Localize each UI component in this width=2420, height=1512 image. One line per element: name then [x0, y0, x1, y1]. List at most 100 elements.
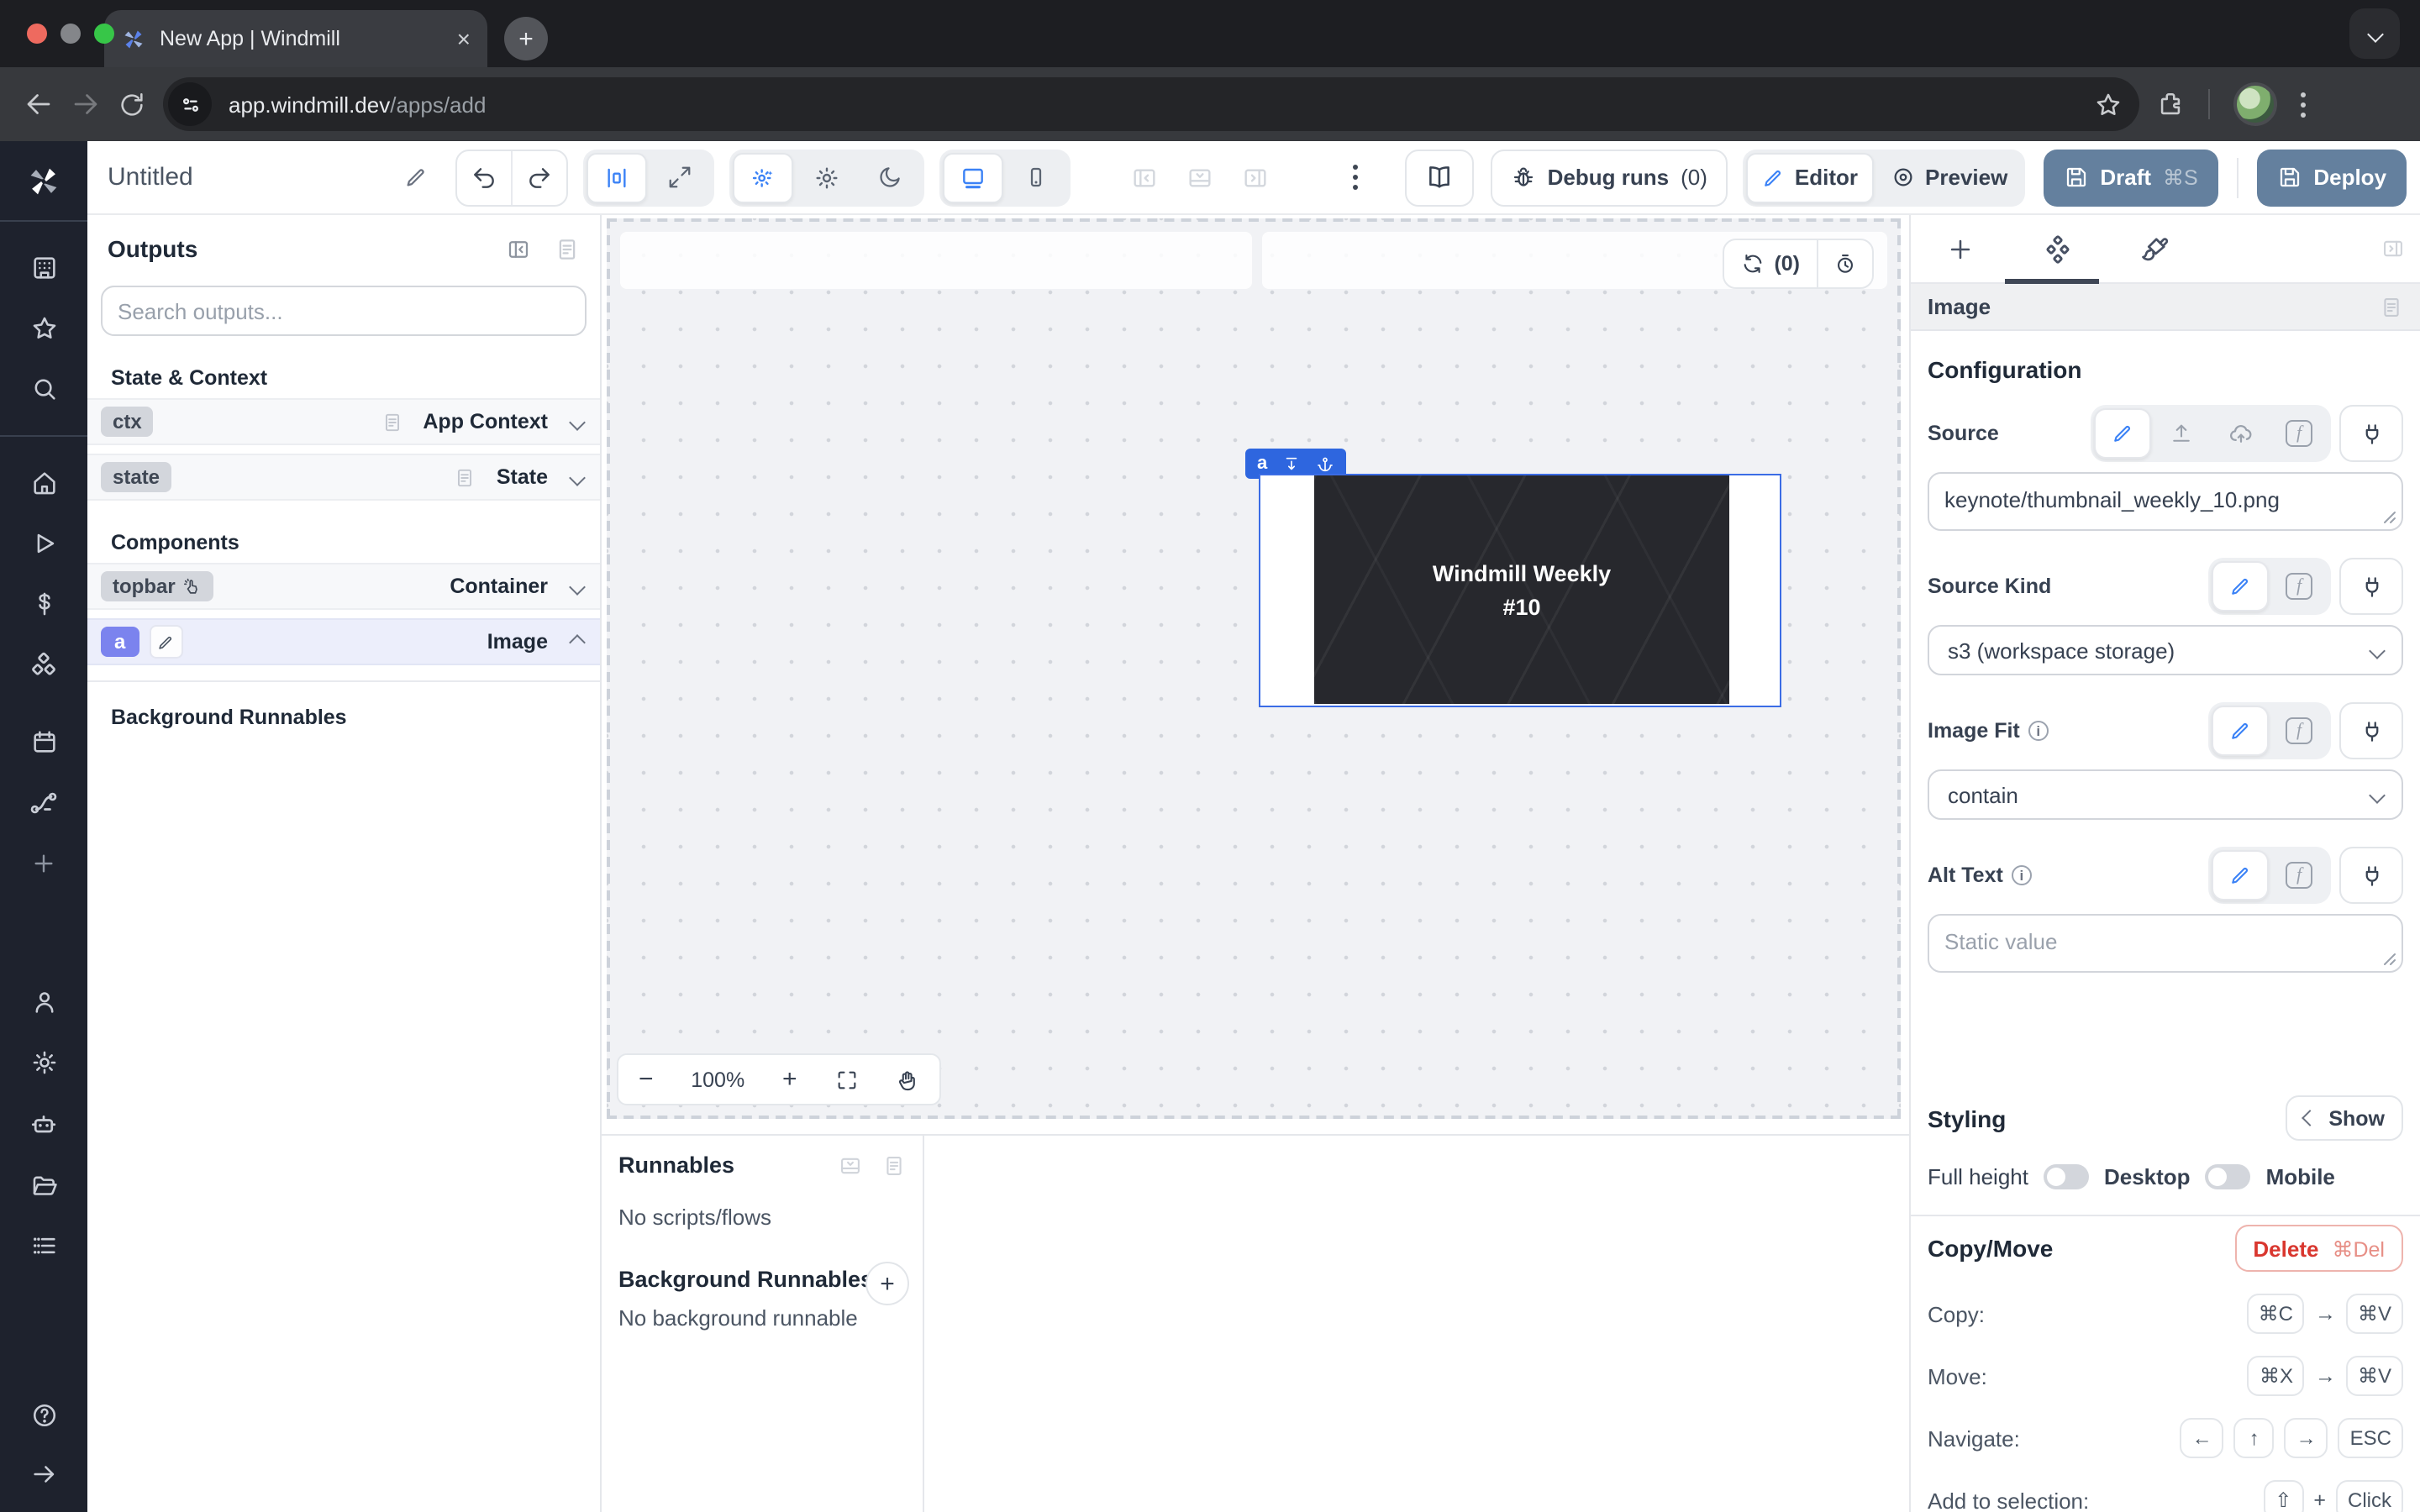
topbar-badge[interactable]: topbar	[101, 571, 214, 601]
audit-logs-icon[interactable]	[29, 1231, 58, 1260]
address-bar[interactable]: app.windmill.dev/apps/add	[163, 77, 2139, 131]
fx-expression-button[interactable]: f	[2270, 850, 2328, 900]
collapse-panel-icon[interactable]	[506, 236, 531, 261]
anchor-icon[interactable]	[1316, 454, 1334, 473]
profile-avatar[interactable]	[2233, 82, 2277, 126]
runs-icon[interactable]	[29, 529, 58, 558]
toggle-right-panel-icon[interactable]	[1242, 164, 1269, 191]
image-component-selected[interactable]: Windmill Weekly #10	[1259, 474, 1781, 707]
browser-tab[interactable]: New App | Windmill ×	[104, 10, 487, 67]
tab-search-button[interactable]	[2349, 8, 2400, 59]
connect-plug-button[interactable]	[2339, 405, 2403, 462]
mobile-view-button[interactable]	[1007, 152, 1067, 202]
add-icon[interactable]	[30, 850, 57, 877]
window-controls[interactable]	[27, 24, 114, 44]
toggle-bottom-panel-icon[interactable]	[1186, 164, 1213, 191]
workers-robot-icon[interactable]	[29, 1109, 59, 1139]
debug-runs-button[interactable]: Debug runs (0)	[1491, 149, 1728, 206]
search-icon[interactable]	[29, 375, 58, 403]
maximize-window-button[interactable]	[94, 24, 114, 44]
app-title[interactable]: Untitled	[108, 163, 403, 192]
upload-button[interactable]	[2153, 408, 2210, 459]
connect-plug-button[interactable]	[2339, 702, 2403, 759]
outputs-search[interactable]	[101, 286, 587, 336]
topbar-container-cell[interactable]	[620, 232, 1252, 289]
output-row-topbar[interactable]: topbar Container	[87, 563, 600, 610]
desktop-view-button[interactable]	[943, 152, 1003, 202]
back-button[interactable]	[24, 89, 54, 119]
doc-icon[interactable]	[555, 236, 580, 261]
components-settings-tab[interactable]	[2008, 233, 2106, 265]
collapse-right-panel-icon[interactable]	[2381, 237, 2405, 260]
deploy-button[interactable]: Deploy	[2256, 149, 2407, 206]
help-icon[interactable]	[29, 1401, 58, 1430]
fx-expression-button[interactable]: f	[2270, 408, 2328, 459]
minimize-window-button[interactable]	[60, 24, 81, 44]
source-input[interactable]: keynote/thumbnail_weekly_10.png	[1928, 472, 2403, 531]
edit-id-pencil-icon[interactable]	[149, 625, 182, 659]
close-window-button[interactable]	[27, 24, 47, 44]
more-options-icon[interactable]	[1353, 165, 1358, 190]
doc-icon[interactable]	[882, 1153, 906, 1177]
collapse-bottom-panel-icon[interactable]	[839, 1153, 862, 1177]
rename-pencil-icon[interactable]	[403, 165, 429, 190]
chevron-down-icon[interactable]	[569, 413, 586, 430]
new-tab-button[interactable]: +	[504, 17, 548, 60]
settings-gear-icon[interactable]	[29, 1048, 58, 1077]
fx-expression-button[interactable]: f	[2270, 706, 2328, 756]
tab-close-icon[interactable]: ×	[457, 27, 471, 50]
browser-menu-icon[interactable]	[2301, 92, 2306, 117]
static-pencil-button[interactable]	[2212, 706, 2269, 756]
site-settings-icon[interactable]	[168, 82, 212, 126]
windmill-logo[interactable]	[25, 163, 62, 200]
fx-expression-button[interactable]: f	[2270, 561, 2328, 612]
bookmark-star-icon[interactable]	[2094, 90, 2123, 118]
styling-brush-tab[interactable]	[2106, 234, 2203, 264]
doc-icon[interactable]	[2380, 295, 2403, 318]
pan-hand-icon[interactable]	[896, 1068, 919, 1091]
chevron-up-icon[interactable]	[569, 633, 586, 650]
flows-icon[interactable]	[29, 788, 59, 818]
preview-tab[interactable]: Preview	[1876, 152, 2021, 202]
ctx-badge[interactable]: ctx	[101, 407, 154, 437]
zoom-out-button[interactable]: −	[639, 1065, 654, 1094]
delete-button[interactable]: Delete ⌘Del	[2234, 1225, 2403, 1272]
resize-handle[interactable]	[2383, 953, 2396, 966]
output-row-ctx[interactable]: ctx App Context	[87, 398, 600, 445]
favorites-star-icon[interactable]	[29, 314, 58, 343]
workspace-icon[interactable]	[29, 254, 58, 282]
extensions-icon[interactable]	[2156, 90, 2185, 118]
light-theme-sun-icon[interactable]	[797, 152, 857, 202]
zoom-in-button[interactable]: +	[782, 1065, 797, 1094]
image-fit-select[interactable]: contain	[1928, 769, 2403, 820]
insert-component-tab[interactable]	[1911, 234, 2008, 263]
home-icon[interactable]	[29, 469, 58, 497]
forward-button[interactable]	[71, 89, 101, 119]
output-row-state[interactable]: state State	[87, 454, 600, 501]
draft-button[interactable]: Draft ⌘S	[2043, 149, 2217, 206]
output-row-a-selected[interactable]: a Image	[87, 618, 600, 665]
static-pencil-button[interactable]	[2212, 561, 2269, 612]
variables-icon[interactable]	[29, 590, 58, 618]
full-height-toggle[interactable]	[2044, 1164, 2089, 1189]
static-pencil-button[interactable]	[2212, 850, 2269, 900]
undo-button[interactable]	[457, 150, 511, 204]
folders-icon[interactable]	[29, 1171, 58, 1200]
static-pencil-button[interactable]	[2094, 408, 2151, 459]
user-icon[interactable]	[29, 988, 58, 1016]
add-background-runnable-button[interactable]: +	[865, 1262, 909, 1305]
centered-layout-button[interactable]	[587, 152, 647, 202]
search-outputs-input[interactable]	[118, 298, 570, 323]
show-styling-button[interactable]: Show	[2285, 1095, 2403, 1141]
expand-sidebar-arrow-icon[interactable]	[29, 1460, 58, 1488]
arrow-down-to-line-icon[interactable]	[1282, 454, 1301, 473]
fullwidth-layout-button[interactable]	[650, 152, 711, 202]
component-a-badge[interactable]: a	[101, 627, 139, 657]
connect-plug-button[interactable]	[2339, 558, 2403, 615]
chevron-down-icon[interactable]	[569, 578, 586, 595]
auto-theme-button[interactable]	[733, 152, 793, 202]
chevron-down-icon[interactable]	[569, 469, 586, 486]
doc-icon[interactable]	[381, 411, 402, 433]
toggle-left-panel-icon[interactable]	[1131, 164, 1158, 191]
state-badge[interactable]: state	[101, 462, 171, 492]
